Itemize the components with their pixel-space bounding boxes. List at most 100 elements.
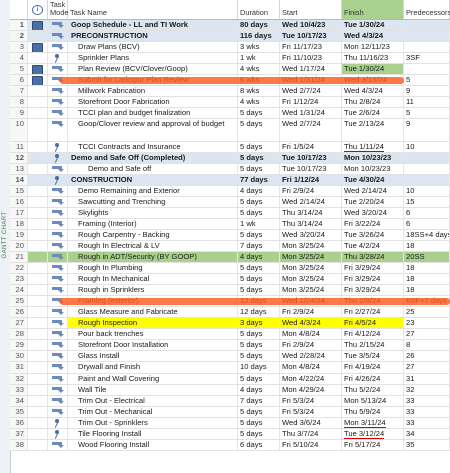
header-start[interactable]: Start xyxy=(280,0,342,19)
table-row[interactable]: 29 Storefront Door Installation 5 days Fri … xyxy=(10,340,450,352)
predecessors-cell[interactable] xyxy=(404,31,450,42)
finish-cell[interactable]: Wed 3/13/24 xyxy=(342,75,404,86)
predecessors-cell[interactable]: 18 xyxy=(404,240,450,251)
notes-indicator-icon[interactable] xyxy=(32,76,43,86)
start-cell[interactable]: Mon 3/25/24 xyxy=(280,285,342,296)
start-cell[interactable]: Wed 1/31/24 xyxy=(280,75,342,86)
task-name-cell[interactable]: PRECONSTRUCTION xyxy=(68,31,238,42)
duration-cell[interactable]: 3 wks xyxy=(238,42,280,53)
predecessors-cell[interactable] xyxy=(404,20,450,31)
duration-cell[interactable]: 10 days xyxy=(238,362,280,373)
duration-cell[interactable]: 1 wk xyxy=(238,218,280,229)
task-name-cell[interactable]: Demo and Safe off xyxy=(68,163,238,174)
task-name-cell[interactable]: Framing (Interior) xyxy=(68,218,238,229)
duration-cell[interactable]: 5 days xyxy=(238,373,280,384)
table-row[interactable]: 19 Rough Carpentry - Backing 5 days Wed 3/2… xyxy=(10,229,450,241)
task-mode-cell[interactable] xyxy=(48,263,68,274)
duration-cell[interactable]: 5 days xyxy=(238,152,280,163)
table-row[interactable]: 8 Storefront Door Fabrication 4 wks Fri 1/1… xyxy=(10,97,450,109)
start-cell[interactable]: Wed 3/20/24 xyxy=(280,229,342,240)
predecessors-cell[interactable]: 33 xyxy=(404,406,450,417)
duration-cell[interactable]: 5 days xyxy=(238,163,280,174)
duration-cell[interactable]: 5 days xyxy=(238,263,280,274)
start-cell[interactable]: Mon 3/25/24 xyxy=(280,240,342,251)
duration-cell[interactable]: 5 days xyxy=(238,229,280,240)
predecessors-cell[interactable]: 10 xyxy=(404,141,450,152)
task-mode-cell[interactable] xyxy=(48,240,68,251)
finish-cell[interactable]: Thu 2/15/24 xyxy=(342,340,404,351)
row-id[interactable]: 15 xyxy=(10,185,28,196)
predecessors-cell[interactable] xyxy=(404,64,450,75)
predecessors-cell[interactable]: 23 xyxy=(404,318,450,329)
table-row[interactable]: 2 PRECONSTRUCTION 116 days Tue 10/17/23 Wed … xyxy=(10,31,450,43)
predecessors-cell[interactable]: 10 xyxy=(404,185,450,196)
duration-cell[interactable]: 5 days xyxy=(238,207,280,218)
row-id[interactable]: 20 xyxy=(10,240,28,251)
notes-indicator-icon[interactable] xyxy=(32,65,43,75)
row-id[interactable]: 14 xyxy=(10,174,28,185)
start-cell[interactable]: Fri 5/3/24 xyxy=(280,395,342,406)
duration-cell[interactable]: 5 days xyxy=(238,340,280,351)
task-name-cell[interactable]: Storefront Door Fabrication xyxy=(68,97,238,108)
predecessors-cell[interactable]: 32 xyxy=(404,384,450,395)
task-mode-cell[interactable] xyxy=(48,340,68,351)
task-mode-cell[interactable] xyxy=(48,86,68,97)
table-row[interactable]: 11 TCCI Contracts and Insurance 5 days Fri … xyxy=(10,141,450,153)
start-cell[interactable]: Wed 2/14/24 xyxy=(280,196,342,207)
task-mode-cell[interactable] xyxy=(48,53,68,64)
table-row[interactable]: 24 Rough in Sprinklers 5 days Mon 3/25/24 Fr… xyxy=(10,285,450,297)
task-mode-cell[interactable] xyxy=(48,75,68,86)
table-row[interactable]: 37 Tile Flooring Install 5 days Thu 3/7/24 T… xyxy=(10,428,450,440)
task-mode-cell[interactable] xyxy=(48,64,68,75)
row-id[interactable]: 36 xyxy=(10,417,28,428)
finish-cell[interactable]: Tue 2/13/24 xyxy=(342,119,404,141)
table-row[interactable]: 31 Drywall and Finish 10 days Mon 4/8/24 Fri… xyxy=(10,362,450,374)
task-name-cell[interactable]: Rough in Sprinklers xyxy=(68,285,238,296)
predecessors-cell[interactable]: 27 xyxy=(404,329,450,340)
task-mode-cell[interactable] xyxy=(48,274,68,285)
task-name-cell[interactable]: Rough In Plumbing xyxy=(68,263,238,274)
notes-indicator-icon[interactable] xyxy=(32,21,43,31)
task-name-cell[interactable]: Rough In Electrical & LV xyxy=(68,240,238,251)
task-mode-cell[interactable] xyxy=(48,42,68,53)
table-row[interactable]: 6 Submit for Larkspur Plan Review 6 wks Wed… xyxy=(10,75,450,87)
task-mode-cell[interactable] xyxy=(48,351,68,362)
predecessors-cell[interactable]: 5 xyxy=(404,108,450,119)
finish-cell[interactable]: Tue 1/30/24 xyxy=(342,20,404,31)
task-name-cell[interactable]: Millwork Fabrication xyxy=(68,86,238,97)
task-name-cell[interactable]: Sawcutting and Trenching xyxy=(68,196,238,207)
finish-cell[interactable]: Fri 3/22/24 xyxy=(342,218,404,229)
finish-cell[interactable]: Fri 3/29/24 xyxy=(342,285,404,296)
predecessors-cell[interactable]: 3SF xyxy=(404,53,450,64)
row-id[interactable]: 1 xyxy=(10,20,28,31)
start-cell[interactable]: Mon 4/29/24 xyxy=(280,384,342,395)
finish-cell[interactable]: Tue 4/2/24 xyxy=(342,240,404,251)
table-row[interactable]: 28 Pour back trenches 5 days Mon 4/8/24 Fri … xyxy=(10,329,450,341)
duration-cell[interactable]: 3 days xyxy=(238,318,280,329)
start-cell[interactable]: Wed 2/7/24 xyxy=(280,119,342,141)
task-name-cell[interactable]: Draw Plans (BCV) xyxy=(68,42,238,53)
task-name-cell[interactable]: CONSTRUCTION xyxy=(68,174,238,185)
table-row[interactable]: 5 Plan Review (BCV/Clover/Goop) 4 wks Wed 1… xyxy=(10,64,450,76)
start-cell[interactable]: Mon 4/8/24 xyxy=(280,362,342,373)
table-row[interactable]: 32 Paint and Wall Covering 5 days Mon 4/22/… xyxy=(10,373,450,385)
duration-cell[interactable]: 4 days xyxy=(238,185,280,196)
duration-cell[interactable]: 5 days xyxy=(238,351,280,362)
row-id[interactable]: 25 xyxy=(10,296,28,307)
table-row[interactable]: 10 Goop/Clover review and approval of bud… xyxy=(10,119,450,142)
duration-cell[interactable]: 5 days xyxy=(238,141,280,152)
predecessors-cell[interactable]: 18SS+4 days xyxy=(404,229,450,240)
task-mode-cell[interactable] xyxy=(48,373,68,384)
task-mode-cell[interactable] xyxy=(48,163,68,174)
table-row[interactable]: 27 Rough Inspection 3 days Wed 4/3/24 Fri 4/… xyxy=(10,318,450,330)
finish-cell[interactable]: Fri 5/17/24 xyxy=(342,439,404,450)
row-id[interactable]: 19 xyxy=(10,229,28,240)
duration-cell[interactable]: 7 days xyxy=(238,395,280,406)
predecessors-cell[interactable]: 34 xyxy=(404,428,450,439)
task-name-cell[interactable]: Rough in ADT/Security (BY GOOP) xyxy=(68,251,238,263)
duration-cell[interactable]: 77 days xyxy=(238,174,280,185)
task-mode-cell[interactable] xyxy=(48,285,68,296)
row-id[interactable]: 7 xyxy=(10,86,28,97)
predecessors-cell[interactable]: 33 xyxy=(404,417,450,428)
task-name-cell[interactable]: Wall Tile xyxy=(68,384,238,395)
